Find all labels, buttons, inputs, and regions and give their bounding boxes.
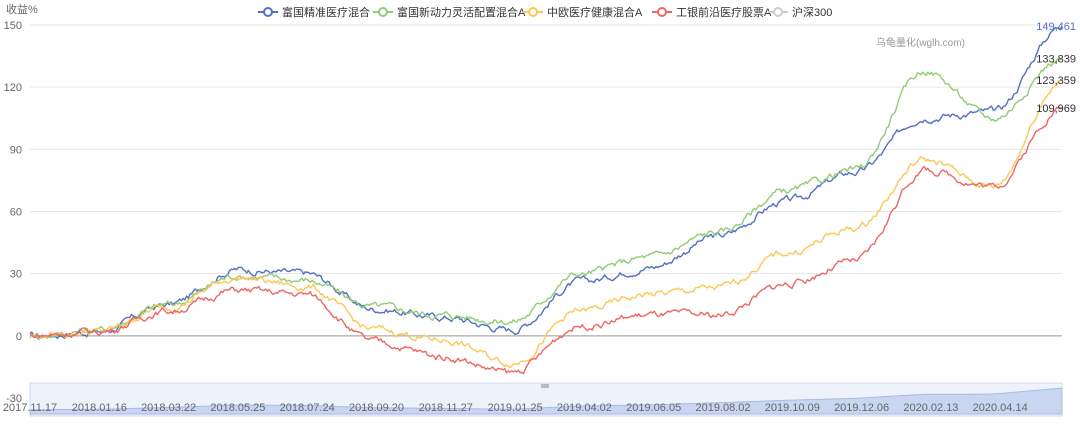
series-line xyxy=(29,57,1063,341)
x-tick-label: 2018.01.16 xyxy=(72,402,127,414)
legend[interactable]: 富国精准医疗混合 富国新动力灵活配置混合A 中欧医疗健康混合A 工银前沿医疗股票A 沪深… xyxy=(258,5,832,19)
line-chart: 收益% -300306090120150 富国精准医疗混合 富国新动力灵活配置混合… xyxy=(3,2,1076,417)
legend-label: 富国新动力灵活配置混合A xyxy=(397,5,526,19)
series-end-label: 109,969 xyxy=(1036,103,1076,115)
y-tick-label: 30 xyxy=(10,269,22,281)
legend-label: 中欧医疗健康混合A xyxy=(547,5,643,19)
series-end-label: 149,461 xyxy=(1036,21,1076,33)
legend-item[interactable]: 中欧医疗健康混合A xyxy=(523,5,643,19)
series-group xyxy=(29,25,1063,375)
x-tick-label: 2018.05.25 xyxy=(210,402,265,414)
x-tick-label: 2020.04.14 xyxy=(973,402,1028,414)
x-tick-label: 2018.09.20 xyxy=(349,402,404,414)
legend-label: 工银前沿医疗股票A xyxy=(676,5,772,19)
legend-label: 沪深300 xyxy=(792,5,832,19)
x-tick-label: 2020.02.13 xyxy=(903,402,958,414)
slider-handle xyxy=(541,384,549,388)
legend-item[interactable]: 富国新动力灵活配置混合A xyxy=(373,5,526,19)
x-tick-label: 2018.11.27 xyxy=(419,402,473,414)
zoom-slider[interactable]: 2017.11.17 2018.01.16 2018.03.22 2018.05.25… xyxy=(3,382,1063,417)
legend-marker xyxy=(378,7,388,17)
legend-marker xyxy=(657,7,667,17)
series-line xyxy=(29,79,1063,369)
legend-label: 富国精准医疗混合 xyxy=(282,5,370,19)
legend-marker xyxy=(773,7,783,17)
legend-marker xyxy=(263,7,273,17)
legend-item[interactable]: 沪深300 xyxy=(768,5,832,19)
legend-item[interactable]: 工银前沿医疗股票A xyxy=(652,5,772,19)
series-line xyxy=(29,25,1063,340)
x-tick-label: 2019.08.02 xyxy=(695,402,750,414)
series-end-label: 123,359 xyxy=(1036,75,1076,87)
y-axis-title: 收益% xyxy=(6,2,38,16)
end-labels: 149,461 133,839 123,359 109,969 xyxy=(1036,21,1076,115)
x-tick-label: 2019.04.02 xyxy=(557,402,612,414)
y-tick-label: 90 xyxy=(10,144,22,156)
y-tick-label: 150 xyxy=(4,20,22,32)
y-tick-label: 60 xyxy=(10,207,22,219)
x-tick-label: 2019.06.05 xyxy=(626,402,681,414)
legend-marker xyxy=(528,7,538,17)
x-tick-label: 2017.11.17 xyxy=(3,402,57,414)
y-tick-label: 120 xyxy=(4,82,22,94)
y-tick-label: 0 xyxy=(16,331,22,343)
x-tick-label: 2018.07.24 xyxy=(280,402,335,414)
y-axis-ticks: -300306090120150 xyxy=(4,20,22,405)
watermark-text: 乌龟量化(wglh.com) xyxy=(876,36,965,49)
legend-item[interactable]: 富国精准医疗混合 xyxy=(258,5,370,19)
series-end-label: 133,839 xyxy=(1036,53,1076,65)
x-tick-label: 2019.01.25 xyxy=(488,402,543,414)
x-tick-label: 2019.12.06 xyxy=(834,402,889,414)
x-tick-label: 2018.03.22 xyxy=(141,402,196,414)
x-tick-label: 2019.10.09 xyxy=(765,402,820,414)
